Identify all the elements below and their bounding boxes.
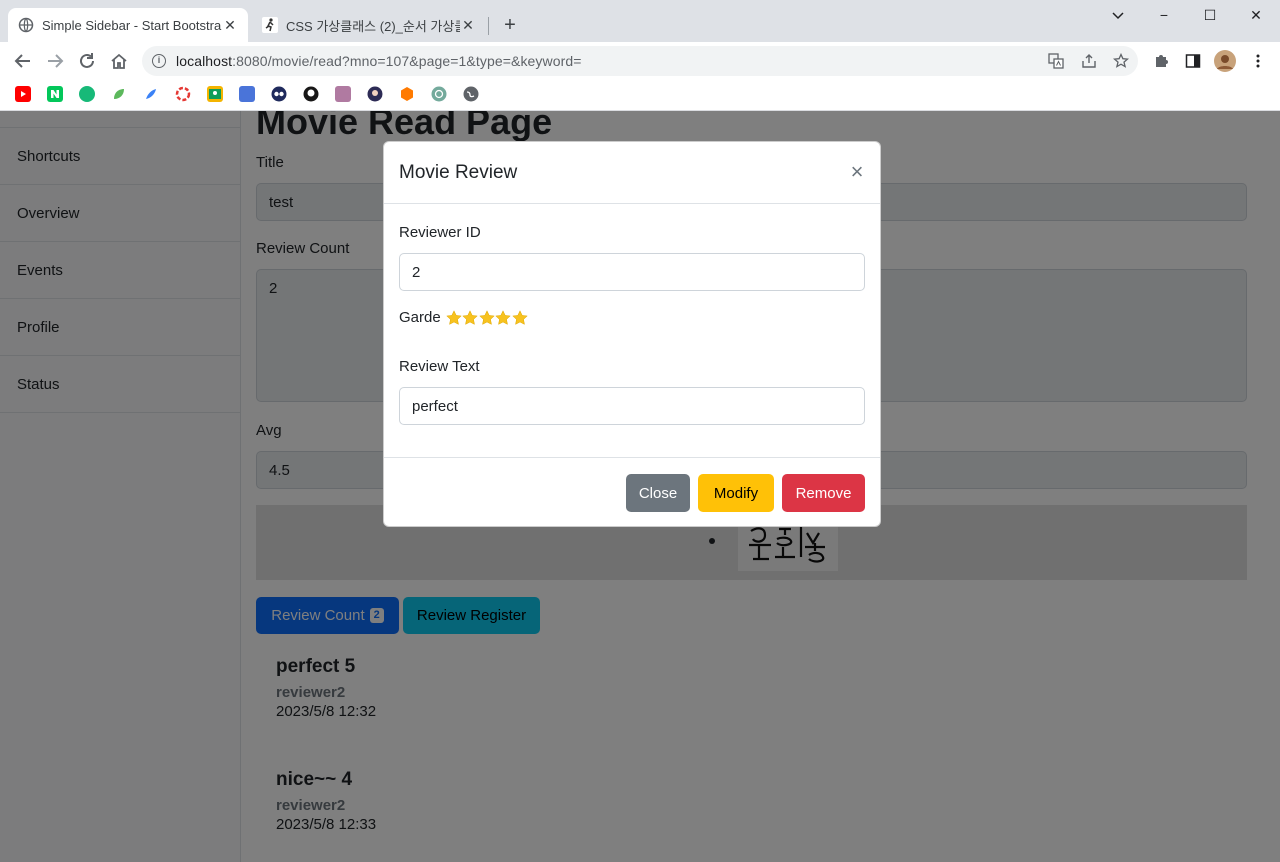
bookmarks-bar: [0, 80, 1280, 111]
modal-footer: Close Modify Remove: [384, 457, 880, 527]
star-icon[interactable]: [511, 309, 528, 326]
modify-button[interactable]: Modify: [698, 474, 774, 512]
classroom-icon[interactable]: [207, 86, 223, 102]
address-bar[interactable]: i localhost:8080/movie/read?mno=107&page…: [142, 46, 1138, 76]
globe-icon: [18, 17, 34, 33]
bookmark-star-icon[interactable]: [1112, 52, 1130, 69]
reload-icon[interactable]: [74, 48, 100, 74]
star-icon[interactable]: [495, 309, 511, 326]
bm-blue-icon[interactable]: [239, 86, 255, 102]
youtube-icon[interactable]: [15, 86, 31, 102]
person-walking-icon: [262, 17, 278, 33]
site-info-icon[interactable]: i: [152, 54, 166, 68]
star-icon[interactable]: [462, 309, 478, 326]
github-icon[interactable]: [303, 86, 319, 102]
tab-close-icon[interactable]: ✕: [460, 17, 476, 34]
character-icon[interactable]: [367, 86, 383, 102]
new-tab-button[interactable]: +: [498, 14, 522, 38]
lifebuoy-icon[interactable]: [175, 86, 191, 102]
close-icon[interactable]: ×: [846, 161, 868, 183]
box-icon[interactable]: [399, 86, 415, 102]
tab-search-icon[interactable]: [1095, 4, 1141, 26]
grade-stars[interactable]: [445, 309, 529, 326]
browser-toolbar: i localhost:8080/movie/read?mno=107&page…: [0, 42, 1280, 80]
tab-title: Simple Sidebar - Start Bootstrap: [42, 17, 222, 33]
close-button[interactable]: Close: [626, 474, 690, 512]
modal-header: Movie Review ×: [384, 142, 880, 204]
chatgpt-icon[interactable]: [431, 86, 447, 102]
url-text: localhost:8080/movie/read?mno=107&page=1…: [176, 53, 582, 69]
side-panel-icon[interactable]: [1185, 53, 1201, 69]
movie-review-modal: Movie Review × Reviewer ID 2 Garde Revie…: [383, 141, 881, 527]
grade-label: Garde: [399, 309, 441, 326]
extensions-puzzle-icon[interactable]: [1153, 53, 1169, 69]
grade-row: Garde: [399, 309, 528, 326]
reviewer-id-label: Reviewer ID: [399, 224, 481, 241]
more-vert-icon[interactable]: [1250, 53, 1266, 69]
image-bookmark-icon[interactable]: [335, 86, 351, 102]
review-text-input[interactable]: perfect: [399, 387, 865, 425]
tab-css-pseudo-class[interactable]: CSS 가상클래스 (2)_순서 가상클래스 ✕: [252, 8, 486, 42]
star-icon[interactable]: [478, 309, 495, 326]
owl-icon[interactable]: [271, 86, 287, 102]
back-arrow-icon[interactable]: [10, 48, 36, 74]
browser-tab-bar: Simple Sidebar - Start Bootstrap ✕ CSS 가…: [0, 0, 1280, 42]
close-window-button[interactable]: ✕: [1233, 4, 1279, 26]
star-icon[interactable]: [445, 309, 462, 326]
tab-close-icon[interactable]: ✕: [222, 17, 238, 34]
profile-avatar[interactable]: [1214, 50, 1236, 72]
tab-title: CSS 가상클래스 (2)_순서 가상클래스: [286, 18, 460, 34]
modal-title: Movie Review: [399, 162, 518, 183]
grammarly-icon[interactable]: [79, 86, 95, 102]
reviewer-id-input[interactable]: 2: [399, 253, 865, 291]
minimize-button[interactable]: −: [1141, 4, 1187, 26]
share-icon[interactable]: [1081, 53, 1097, 69]
maximize-button[interactable]: ☐: [1187, 4, 1233, 26]
tab-simple-sidebar[interactable]: Simple Sidebar - Start Bootstrap ✕: [8, 8, 248, 42]
globe-bookmark-icon[interactable]: [463, 86, 479, 102]
feather-icon[interactable]: [143, 86, 159, 102]
remove-button[interactable]: Remove: [782, 474, 865, 512]
review-text-label: Review Text: [399, 358, 480, 375]
home-icon[interactable]: [106, 48, 132, 74]
translate-icon[interactable]: [1048, 53, 1064, 69]
leaf-icon[interactable]: [111, 86, 127, 102]
tab-separator: [488, 17, 489, 35]
forward-arrow-icon[interactable]: [42, 48, 68, 74]
naver-icon[interactable]: [47, 86, 63, 102]
